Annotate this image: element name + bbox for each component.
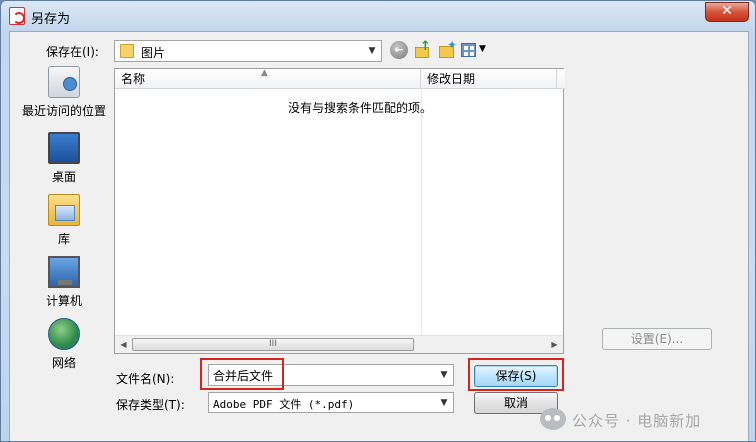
views-menu-icon[interactable]: ▼ (461, 41, 491, 59)
adobe-pdf-icon (9, 7, 25, 25)
filetype-select[interactable]: Adobe PDF 文件 (*.pdf) ▼ (208, 392, 454, 413)
filetype-label: 保存类型(T): (116, 398, 185, 412)
filetype-value: Adobe PDF 文件 (*.pdf) (213, 398, 355, 411)
new-folder-icon[interactable]: ✦ (438, 38, 457, 59)
place-label: 网络 (51, 356, 76, 370)
close-button[interactable]: ✕ (705, 2, 749, 22)
place-computer[interactable]: 计算机 (16, 256, 112, 309)
title-bar[interactable]: 另存为 ✕ (1, 1, 755, 31)
save-highlight-box (468, 358, 564, 391)
chevron-down-icon[interactable]: ▼ (363, 41, 381, 61)
filename-highlight-box (200, 358, 284, 390)
place-label: 最近访问的位置 (21, 104, 106, 118)
save-in-label: 保存在(I): (46, 45, 99, 59)
current-location: 图片 (141, 46, 166, 60)
column-divider (421, 89, 422, 335)
watermark-text: 公众号 · 电脑新加 (572, 412, 702, 430)
place-label: 桌面 (51, 170, 76, 184)
column-header-name[interactable]: ▲ 名称 (115, 68, 421, 89)
place-label: 库 (57, 232, 70, 246)
save-in-dropdown[interactable]: 图片 ▼ (114, 40, 382, 62)
scroll-thumb[interactable]: III (132, 338, 414, 351)
window-title: 另存为 (31, 12, 71, 27)
scroll-right-icon[interactable]: ▶ (546, 336, 563, 353)
column-label: 修改日期 (427, 72, 476, 86)
watermark: 公众号 · 电脑新加 (540, 404, 750, 434)
scroll-left-icon[interactable]: ◀ (115, 336, 132, 353)
column-header-modified[interactable]: 修改日期 (421, 69, 557, 89)
place-label: 计算机 (45, 294, 82, 308)
dialog-client-area: 保存在(I): 图片 ▼ ← ↑ ✦ ▼ 最近访问的位置 桌面 库 计算机 网络… (9, 31, 750, 441)
place-desktop[interactable]: 桌面 (16, 132, 112, 185)
place-network[interactable]: 网络 (16, 318, 112, 371)
folder-icon (120, 44, 134, 58)
column-label: 名称 (121, 72, 146, 86)
library-icon (48, 194, 80, 226)
column-header-overflow[interactable] (557, 69, 565, 89)
empty-message: 没有与搜索条件匹配的项。 (287, 101, 432, 115)
place-library[interactable]: 库 (16, 194, 112, 247)
save-as-dialog: 另存为 ✕ 保存在(I): 图片 ▼ ← ↑ ✦ ▼ 最近访问的位置 桌面 库 (0, 0, 756, 442)
chevron-down-icon[interactable]: ▼ (435, 393, 453, 413)
desktop-icon (48, 132, 80, 164)
recent-places-icon (48, 66, 80, 98)
up-folder-icon[interactable]: ↑ (414, 39, 432, 59)
file-list[interactable]: ▲ 名称 修改日期 没有与搜索条件匹配的项。 ◀ III ▶ (114, 68, 565, 354)
chevron-down-icon[interactable]: ▼ (435, 365, 453, 385)
filename-label: 文件名(N): (116, 372, 175, 386)
place-recent[interactable]: 最近访问的位置 (16, 66, 112, 119)
places-bar: 最近访问的位置 桌面 库 计算机 网络 (16, 66, 112, 406)
sort-ascending-icon: ▲ (261, 68, 268, 78)
computer-icon (48, 256, 80, 288)
network-icon (48, 318, 80, 350)
back-icon[interactable]: ← (390, 41, 408, 59)
wechat-logo-icon (540, 408, 566, 430)
settings-button[interactable]: 设置(E)... (602, 328, 712, 350)
horizontal-scrollbar[interactable]: ◀ III ▶ (115, 335, 563, 353)
